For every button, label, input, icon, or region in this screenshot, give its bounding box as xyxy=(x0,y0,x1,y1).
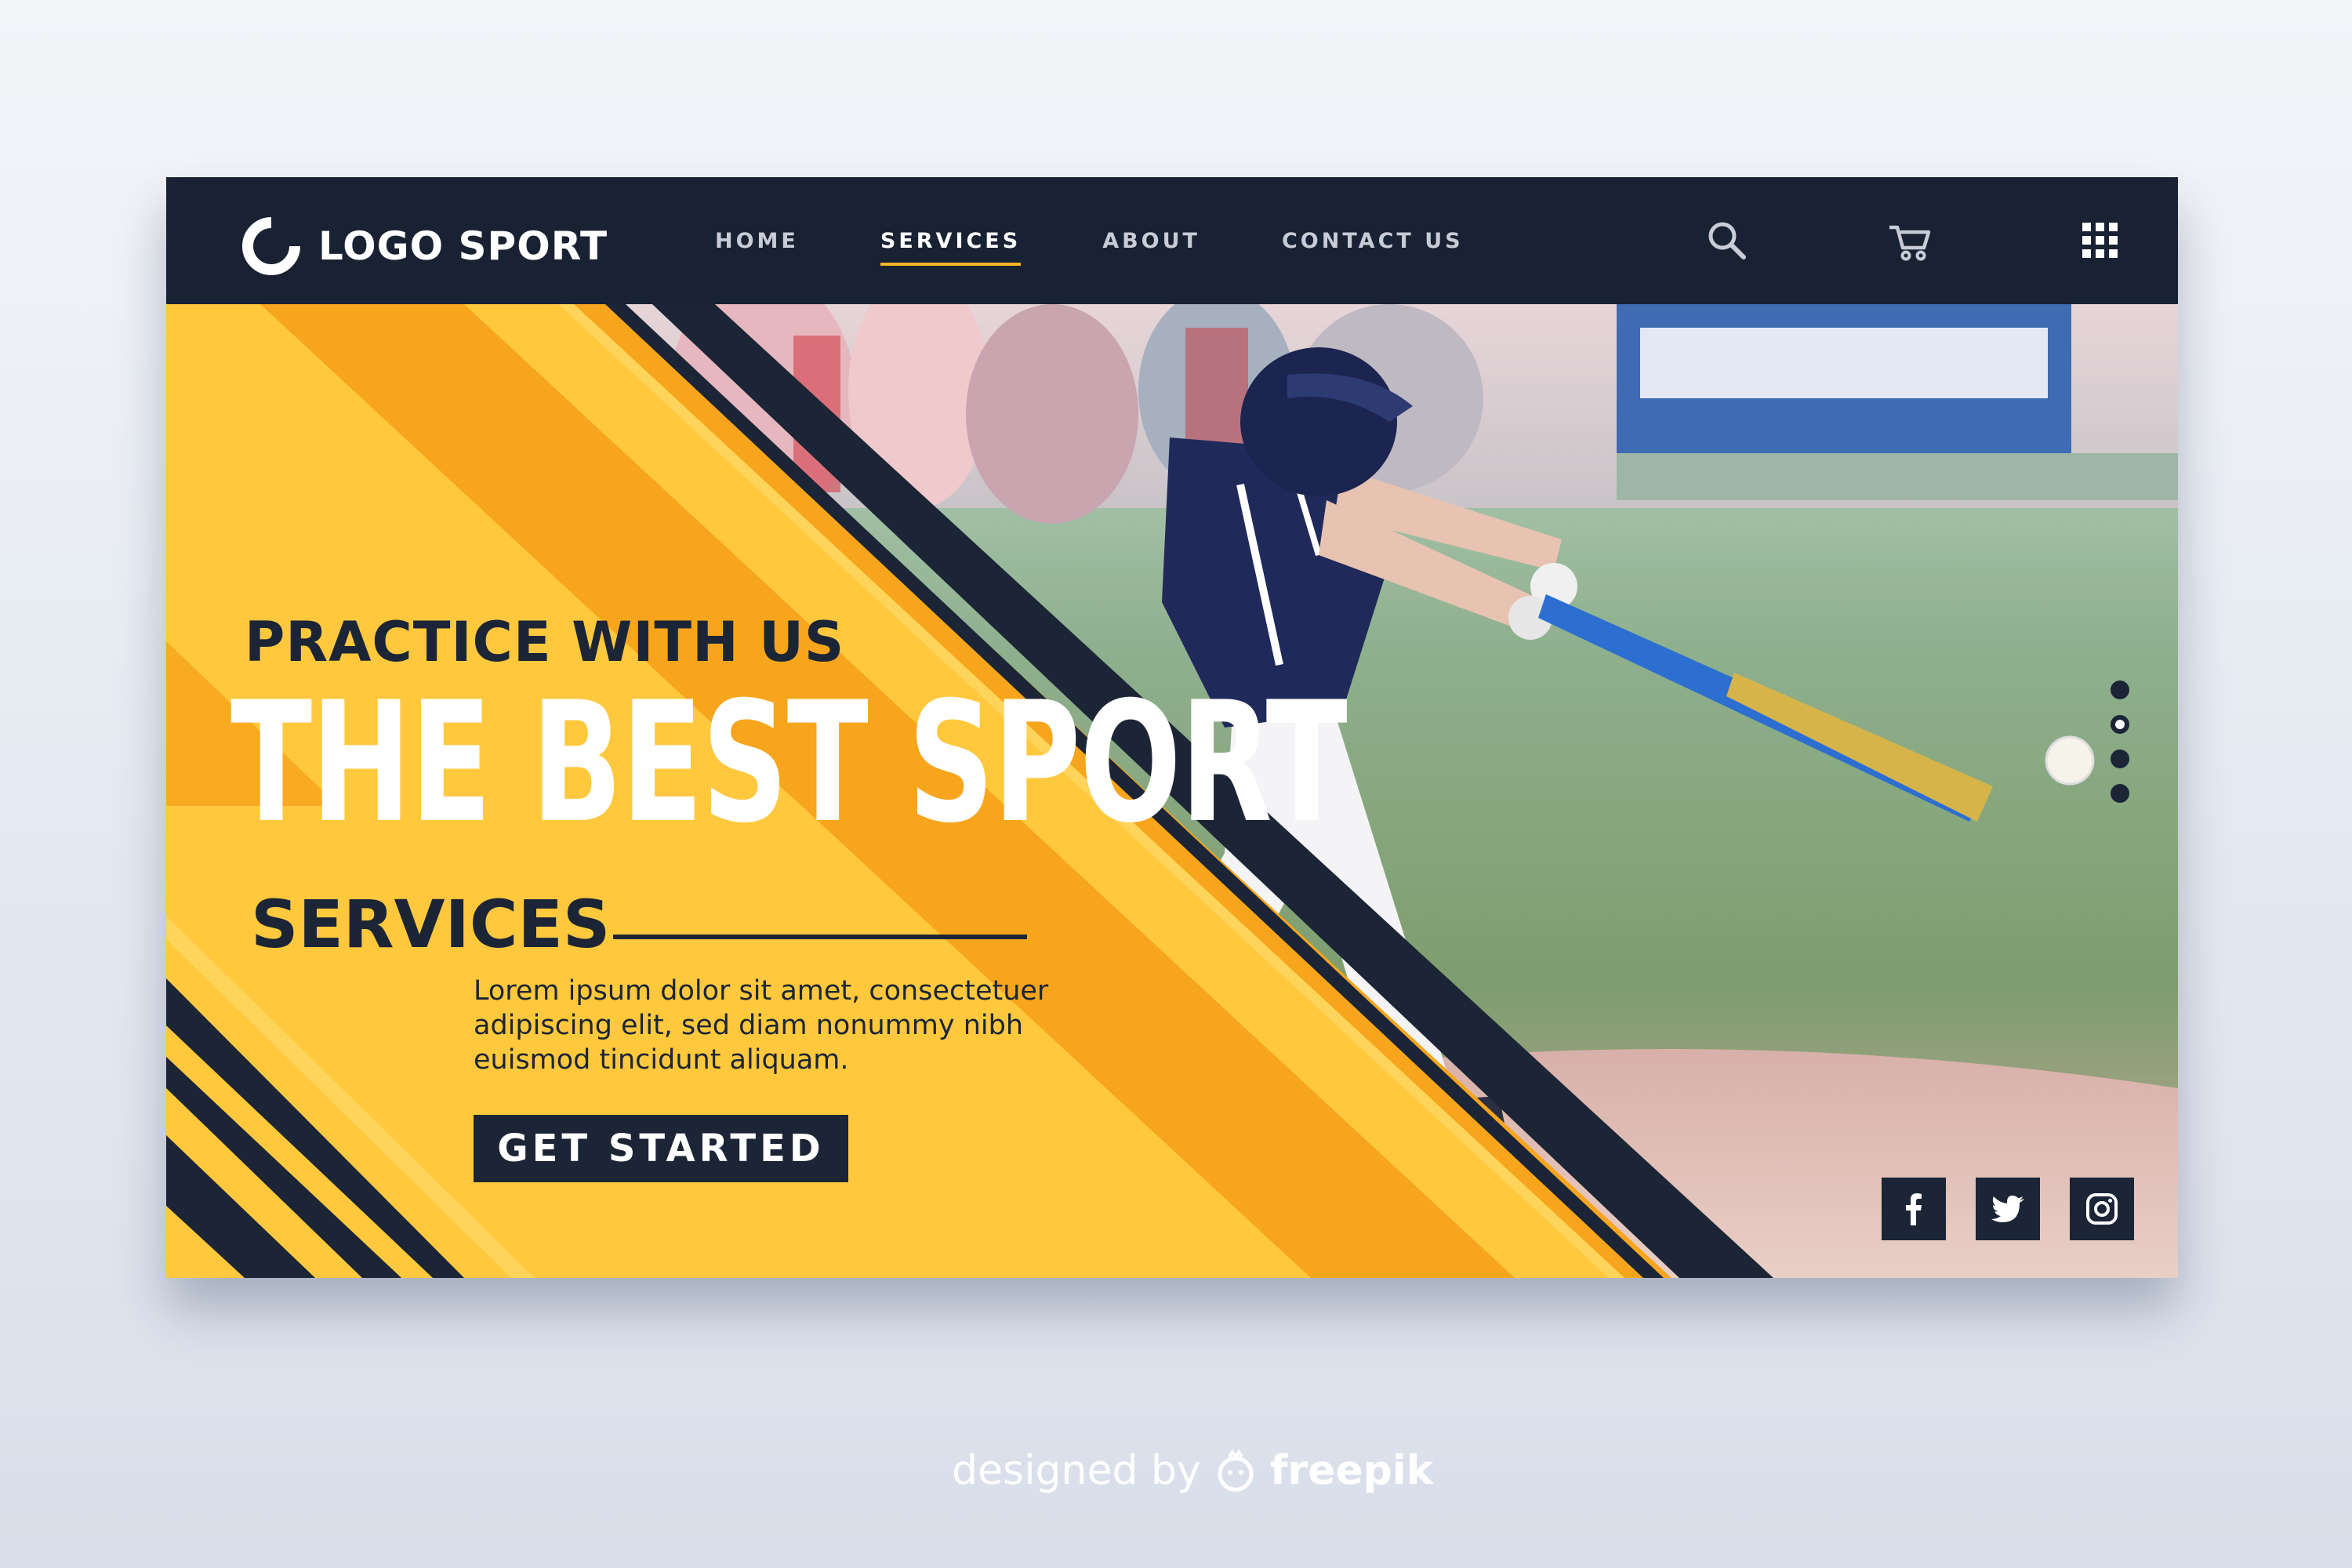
logo[interactable]: LOGO SPORT xyxy=(241,216,608,276)
instagram-icon xyxy=(2086,1193,2118,1225)
nav-item-about[interactable]: ABOUT xyxy=(1102,221,1200,261)
logo-ring-icon xyxy=(242,217,300,275)
social-links xyxy=(1882,1178,2134,1240)
slide-indicator xyxy=(2111,681,2129,803)
credit-prefix: designed by xyxy=(952,1447,1201,1494)
credit-brand: freepik xyxy=(1269,1447,1434,1494)
hero-section: PRACTICE WITH US THE BEST SPORT SERVICES… xyxy=(166,304,2178,1278)
twitter-icon xyxy=(1991,1196,2024,1222)
slide-dot-1[interactable] xyxy=(2111,681,2129,699)
twitter-button[interactable] xyxy=(1976,1178,2040,1240)
facebook-icon xyxy=(1906,1193,1922,1225)
hero-headline: THE BEST SPORT xyxy=(230,666,1348,859)
facebook-button[interactable] xyxy=(1882,1178,1946,1240)
hero-eyebrow: PRACTICE WITH US xyxy=(245,610,845,674)
freepik-credit[interactable]: designed by freepik xyxy=(952,1447,1433,1494)
freepik-logo-icon xyxy=(1218,1449,1254,1492)
nav-item-services[interactable]: SERVICES xyxy=(880,221,1022,266)
instagram-button[interactable] xyxy=(2070,1178,2134,1240)
grid-menu-icon[interactable] xyxy=(2076,216,2125,265)
subhead-divider xyxy=(613,935,1027,939)
slide-dot-4[interactable] xyxy=(2111,784,2129,803)
search-icon[interactable] xyxy=(1703,216,1751,265)
slide-dot-2[interactable] xyxy=(2111,715,2129,734)
get-started-button[interactable]: GET STARTED xyxy=(474,1115,848,1182)
cart-icon[interactable] xyxy=(1885,216,1933,265)
hero-subhead: SERVICES xyxy=(251,886,611,963)
slide-dot-3[interactable] xyxy=(2111,750,2129,768)
main-menu: HOME SERVICES ABOUT CONTACT US xyxy=(715,177,1464,304)
nav-item-contact-us[interactable]: CONTACT US xyxy=(1282,221,1464,261)
nav-item-home[interactable]: HOME xyxy=(715,221,799,261)
landing-page-card: LOGO SPORT HOME SERVICES ABOUT CONTACT U… xyxy=(166,177,2178,1278)
hero-body-text: Lorem ipsum dolor sit amet, consectetuer… xyxy=(474,975,1049,1076)
top-navbar: LOGO SPORT HOME SERVICES ABOUT CONTACT U… xyxy=(166,177,2178,304)
logo-text: LOGO SPORT xyxy=(318,223,608,269)
